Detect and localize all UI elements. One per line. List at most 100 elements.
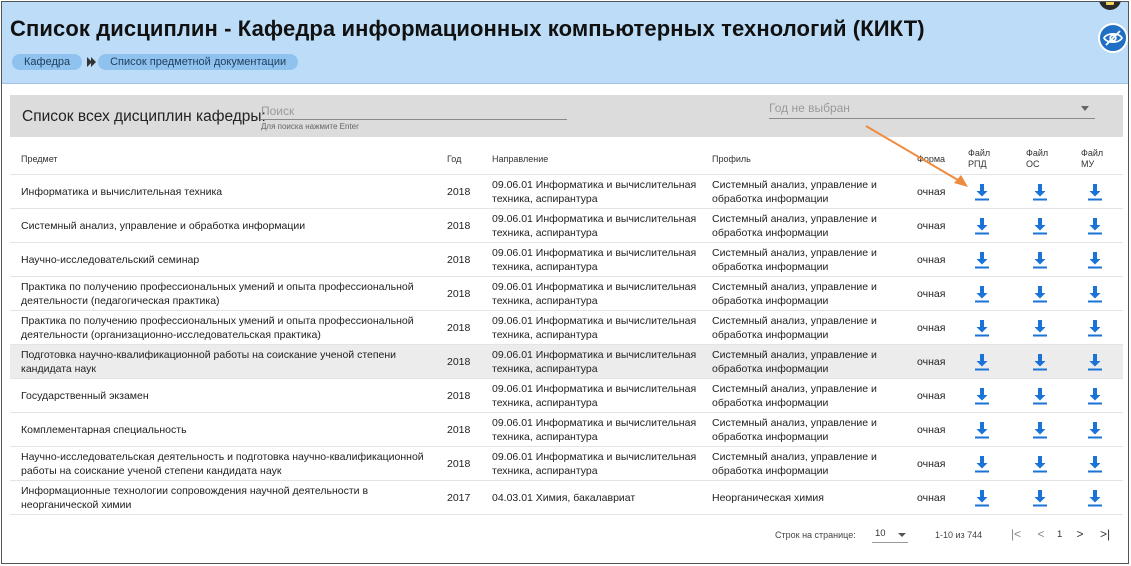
download-os-icon[interactable] bbox=[1032, 285, 1048, 303]
download-os-icon[interactable] bbox=[1032, 387, 1048, 405]
notes-button[interactable] bbox=[1099, 2, 1121, 10]
download-mu-icon[interactable] bbox=[1087, 217, 1103, 235]
download-os-icon[interactable] bbox=[1032, 217, 1048, 235]
download-rpd-icon[interactable] bbox=[974, 387, 990, 405]
download-os-icon[interactable] bbox=[1032, 455, 1048, 473]
visibility-toggle-button[interactable] bbox=[1098, 23, 1128, 53]
cell-direction: 04.03.01 Химия, бакалавриат bbox=[492, 491, 636, 504]
table-row[interactable]: Практика по получению профессиональных у… bbox=[10, 277, 1123, 311]
col-header-form[interactable]: Форма bbox=[917, 154, 945, 165]
table-row[interactable]: Информатика и вычислительная техника 2018… bbox=[10, 175, 1123, 209]
download-rpd-icon[interactable] bbox=[974, 421, 990, 439]
download-mu-icon[interactable] bbox=[1087, 183, 1103, 201]
table-row[interactable]: Системный анализ, управление и обработка… bbox=[10, 209, 1123, 243]
col-header-os: Файл ОС bbox=[1026, 148, 1048, 170]
download-mu-icon[interactable] bbox=[1087, 319, 1103, 337]
search-input[interactable] bbox=[261, 102, 567, 120]
download-rpd-icon[interactable] bbox=[974, 217, 990, 235]
download-os-icon[interactable] bbox=[1032, 319, 1048, 337]
cell-year: 2018 bbox=[447, 457, 471, 470]
breadcrumb: Кафедра Список предметной документации bbox=[12, 54, 299, 70]
cell-form: очная bbox=[917, 491, 946, 504]
year-select-value: Год не выбран bbox=[769, 101, 850, 115]
prev-page-button[interactable]: < bbox=[1035, 526, 1047, 542]
table-row[interactable]: Комплементарная специальность 2018 09.06.0… bbox=[10, 413, 1123, 447]
app-window: Список дисциплин - Кафедра информационны… bbox=[1, 1, 1129, 564]
download-rpd-icon[interactable] bbox=[974, 353, 990, 371]
download-os-icon[interactable] bbox=[1032, 183, 1048, 201]
download-os-icon[interactable] bbox=[1032, 353, 1048, 371]
download-os-icon[interactable] bbox=[1032, 421, 1048, 439]
cell-subject: Практика по получению профессиональных у… bbox=[21, 314, 414, 341]
table-row[interactable]: Государственный экзамен 2018 09.06.01 Инфо… bbox=[10, 379, 1123, 413]
cell-year: 2018 bbox=[447, 423, 471, 436]
cell-profile: Системный анализ, управление и обработка… bbox=[712, 178, 877, 205]
table-row[interactable]: Информационные технологии сопровождения … bbox=[10, 481, 1123, 515]
table-row[interactable]: Научно-исследовательский семинар 2018 09.0… bbox=[10, 243, 1123, 277]
download-rpd-icon[interactable] bbox=[974, 183, 990, 201]
table-row[interactable]: Научно-исследовательская деятельность и … bbox=[10, 447, 1123, 481]
page-range: 1-10 из 744 bbox=[935, 530, 983, 540]
cell-subject: Научно-исследовательская деятельность и … bbox=[21, 450, 424, 477]
cell-form: очная bbox=[917, 287, 946, 300]
breadcrumb-item-doc-list[interactable]: Список предметной документации bbox=[98, 54, 299, 70]
cell-profile: Системный анализ, управление и обработка… bbox=[712, 416, 877, 443]
cell-direction: 09.06.01 Информатика и вычислительная те… bbox=[492, 382, 697, 409]
download-rpd-icon[interactable] bbox=[974, 251, 990, 269]
download-mu-icon[interactable] bbox=[1087, 285, 1103, 303]
cell-year: 2018 bbox=[447, 185, 471, 198]
breadcrumb-item-department[interactable]: Кафедра bbox=[12, 54, 83, 70]
cell-year: 2018 bbox=[447, 219, 471, 232]
cell-form: очная bbox=[917, 253, 946, 266]
download-rpd-icon[interactable] bbox=[974, 319, 990, 337]
rows-per-page-select[interactable]: 10 bbox=[872, 525, 908, 543]
cell-year: 2018 bbox=[447, 389, 471, 402]
chevron-right-icon bbox=[87, 57, 97, 67]
year-select[interactable]: Год не выбран bbox=[769, 100, 1095, 119]
next-page-button[interactable]: > bbox=[1074, 526, 1086, 542]
col-header-subject[interactable]: Предмет bbox=[21, 154, 58, 165]
cell-subject: Подготовка научно-квалификационной работ… bbox=[21, 348, 397, 375]
cell-subject: Научно-исследовательский семинар bbox=[21, 253, 200, 266]
caret-down-icon bbox=[898, 533, 906, 537]
search-field[interactable] bbox=[261, 102, 567, 120]
table-row[interactable]: Практика по получению профессиональных у… bbox=[10, 311, 1123, 345]
table-row[interactable]: Подготовка научно-квалификационной работ… bbox=[10, 345, 1123, 379]
cell-profile: Неорганическая химия bbox=[712, 491, 824, 504]
cell-profile: Системный анализ, управление и обработка… bbox=[712, 212, 877, 239]
current-page: 1 bbox=[1057, 529, 1063, 540]
cell-year: 2018 bbox=[447, 321, 471, 334]
filter-bar: Список всех дисциплин кафедры: Для поиск… bbox=[10, 95, 1123, 137]
col-header-year[interactable]: Год bbox=[447, 154, 461, 165]
page-header: Список дисциплин - Кафедра информационны… bbox=[2, 2, 1128, 84]
download-mu-icon[interactable] bbox=[1087, 455, 1103, 473]
download-mu-icon[interactable] bbox=[1087, 421, 1103, 439]
cell-form: очная bbox=[917, 219, 946, 232]
pagination: Строк на странице: 10 1-10 из 744 |< < 1… bbox=[10, 518, 1123, 554]
download-os-icon[interactable] bbox=[1032, 251, 1048, 269]
cell-subject: Практика по получению профессиональных у… bbox=[21, 280, 414, 307]
cell-direction: 09.06.01 Информатика и вычислительная те… bbox=[492, 280, 697, 307]
download-rpd-icon[interactable] bbox=[974, 489, 990, 507]
col-header-profile[interactable]: Профиль bbox=[712, 154, 751, 165]
cell-profile: Системный анализ, управление и обработка… bbox=[712, 450, 877, 477]
cell-subject: Системный анализ, управление и обработка… bbox=[21, 219, 306, 232]
download-os-icon[interactable] bbox=[1032, 489, 1048, 507]
cell-form: очная bbox=[917, 457, 946, 470]
cell-form: очная bbox=[917, 185, 946, 198]
cell-profile: Системный анализ, управление и обработка… bbox=[712, 314, 877, 341]
cell-direction: 09.06.01 Информатика и вычислительная те… bbox=[492, 246, 697, 273]
download-rpd-icon[interactable] bbox=[974, 285, 990, 303]
col-header-mu: Файл МУ bbox=[1081, 148, 1103, 170]
col-header-direction[interactable]: Направление bbox=[492, 154, 548, 165]
first-page-button[interactable]: |< bbox=[1009, 526, 1023, 542]
download-rpd-icon[interactable] bbox=[974, 455, 990, 473]
last-page-button[interactable]: >| bbox=[1098, 526, 1112, 542]
download-mu-icon[interactable] bbox=[1087, 387, 1103, 405]
cell-direction: 09.06.01 Информатика и вычислительная те… bbox=[492, 212, 697, 239]
download-mu-icon[interactable] bbox=[1087, 251, 1103, 269]
cell-profile: Системный анализ, управление и обработка… bbox=[712, 246, 877, 273]
download-mu-icon[interactable] bbox=[1087, 353, 1103, 371]
cell-form: очная bbox=[917, 321, 946, 334]
download-mu-icon[interactable] bbox=[1087, 489, 1103, 507]
